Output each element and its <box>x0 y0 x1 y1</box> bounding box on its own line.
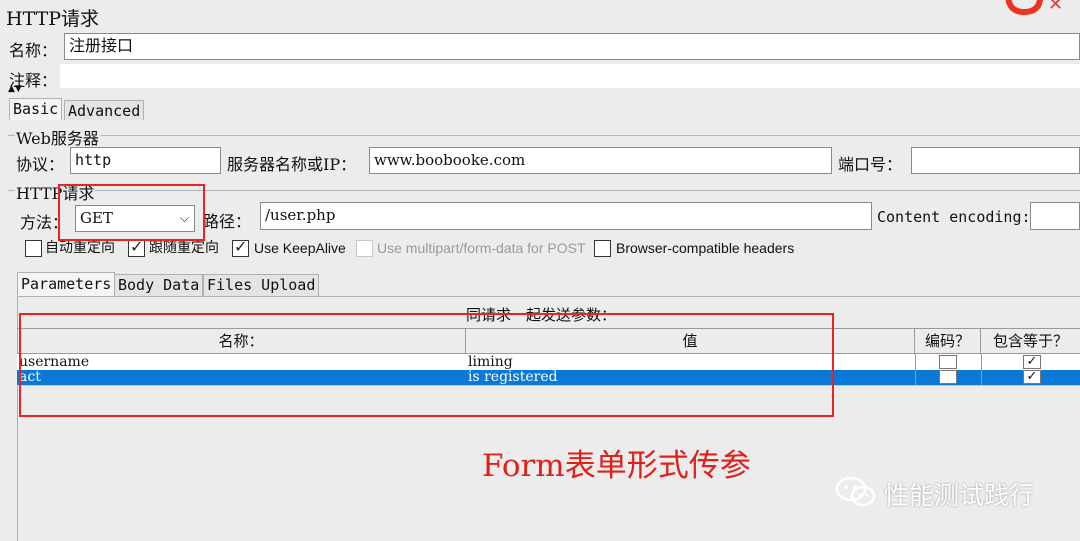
content-encoding-field[interactable] <box>1030 202 1080 230</box>
web-server-group-title: Web服务器 <box>15 125 100 149</box>
include-equals-checkbox[interactable]: ✓ <box>1023 355 1041 369</box>
server-field[interactable]: www.boobooke.com <box>369 147 832 174</box>
column-header-include-equals[interactable]: 包含等于？ <box>981 329 1080 353</box>
follow-redirect-checkbox[interactable]: ✓ <box>128 237 145 257</box>
keepalive-label: Use KeepAlive <box>254 240 346 256</box>
protocol-field[interactable]: http <box>70 147 221 174</box>
tab-parameters[interactable]: Parameters <box>17 272 116 296</box>
web-server-group-border <box>8 135 1080 136</box>
tab-basic[interactable]: Basic <box>9 98 63 120</box>
content-encoding-label: Content encoding: <box>877 208 1031 226</box>
follow-redirect-label: 跟随重定向 <box>149 240 219 256</box>
multipart-checkbox <box>356 240 373 257</box>
browser-headers-label: Browser-compatible headers <box>616 240 795 256</box>
checkmark-icon: ✓ <box>234 237 248 256</box>
server-label: 服务器名称或IP： <box>227 155 357 174</box>
auto-redirect-checkbox[interactable] <box>25 240 42 257</box>
encode-checkbox[interactable] <box>939 370 957 384</box>
tab-files-upload[interactable]: Files Upload <box>203 274 320 296</box>
multipart-label: Use multipart/form-data for POST <box>377 240 586 256</box>
column-divider <box>915 354 916 385</box>
annotation-text: Form表单形式传参 <box>482 448 751 484</box>
protocol-label: 协议： <box>16 155 65 174</box>
port-field[interactable] <box>911 147 1080 174</box>
wechat-icon <box>834 475 878 509</box>
name-label: 名称： <box>9 41 58 60</box>
column-header-encode[interactable]: 编码？ <box>915 329 981 353</box>
auto-redirect-label: 自动重定向 <box>45 240 115 256</box>
logo-icon <box>1004 0 1044 18</box>
splitter-arrows-icon[interactable]: ▲▼ <box>8 85 22 94</box>
panel-title: HTTP请求 <box>6 8 100 30</box>
column-divider <box>981 354 982 385</box>
path-label: 路径： <box>203 212 252 231</box>
keepalive-checkbox[interactable]: ✓ <box>232 237 249 257</box>
path-field[interactable]: /user.php <box>260 202 872 230</box>
params-highlight-box <box>19 313 834 417</box>
logo-fragment-icon: ✕ <box>1048 0 1064 15</box>
include-equals-checkbox[interactable]: ✓ <box>1023 370 1041 384</box>
method-highlight-box <box>58 184 205 241</box>
encode-checkbox[interactable] <box>939 355 957 369</box>
port-label: 端口号： <box>838 155 903 174</box>
name-field[interactable]: 注册接口 <box>64 33 1080 60</box>
tab-advanced[interactable]: Advanced <box>64 100 145 120</box>
browser-headers-checkbox[interactable] <box>594 240 611 257</box>
watermark-text: 性能测试践行 <box>884 482 1035 510</box>
tab-body-data[interactable]: Body Data <box>114 274 204 296</box>
comment-field[interactable] <box>60 64 1080 88</box>
